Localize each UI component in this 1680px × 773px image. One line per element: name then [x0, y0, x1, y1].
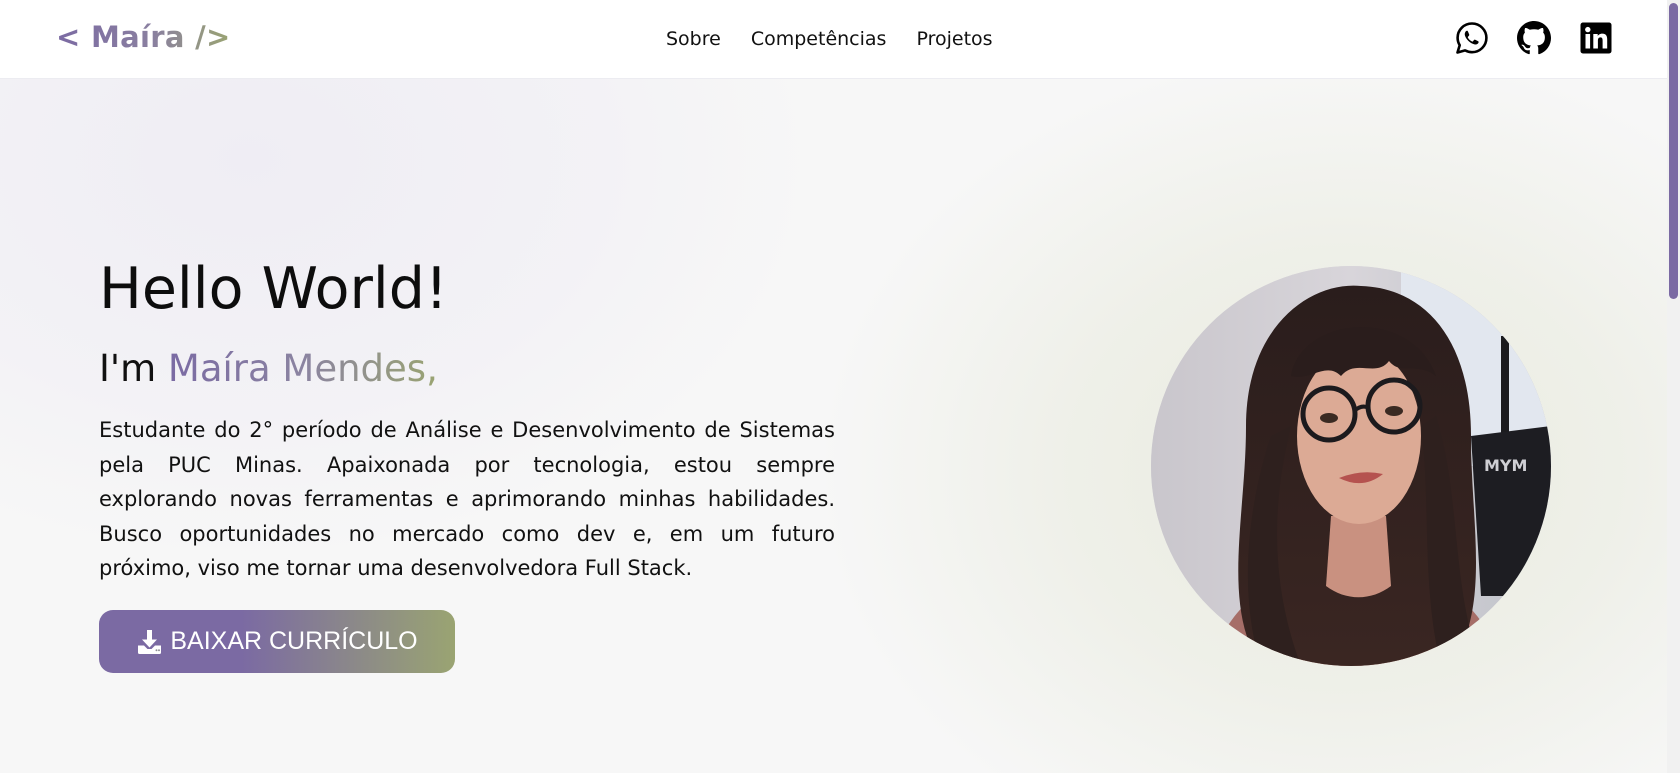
- profile-photo-illustration: MYM: [1151, 266, 1551, 666]
- logo[interactable]: < Maíra />: [56, 20, 231, 54]
- social-links: [1455, 21, 1613, 55]
- hero-intro: I'm Maíra Mendes,: [99, 347, 438, 390]
- nav-link-competencias[interactable]: Competências: [751, 28, 887, 50]
- scrollbar[interactable]: [1667, 0, 1680, 773]
- whatsapp-icon[interactable]: [1455, 21, 1489, 55]
- page: < Maíra /> Sobre Competências Projetos H…: [0, 0, 1680, 773]
- site-header: < Maíra /> Sobre Competências Projetos: [0, 0, 1667, 79]
- svg-text:MYM: MYM: [1484, 456, 1527, 475]
- download-cv-label: BAIXAR CURRÍCULO: [170, 627, 418, 655]
- download-cv-button[interactable]: BAIXAR CURRÍCULO: [99, 610, 455, 673]
- github-icon[interactable]: [1517, 21, 1551, 55]
- linkedin-icon[interactable]: [1579, 21, 1613, 55]
- nav-link-projetos[interactable]: Projetos: [916, 28, 992, 50]
- scrollbar-thumb[interactable]: [1669, 3, 1678, 299]
- download-icon: [138, 630, 162, 654]
- hero-intro-prefix: I'm: [99, 347, 168, 390]
- profile-photo: MYM: [1151, 266, 1551, 666]
- hero-section: Hello World! I'm Maíra Mendes, Estudante…: [0, 79, 1667, 773]
- hero-bio: Estudante do 2° período de Análise e Des…: [99, 418, 835, 580]
- hero-greeting: Hello World!: [99, 256, 448, 322]
- main-nav: Sobre Competências Projetos: [666, 28, 1023, 50]
- nav-link-sobre[interactable]: Sobre: [666, 28, 721, 50]
- hero-name: Maíra Mendes,: [167, 347, 438, 390]
